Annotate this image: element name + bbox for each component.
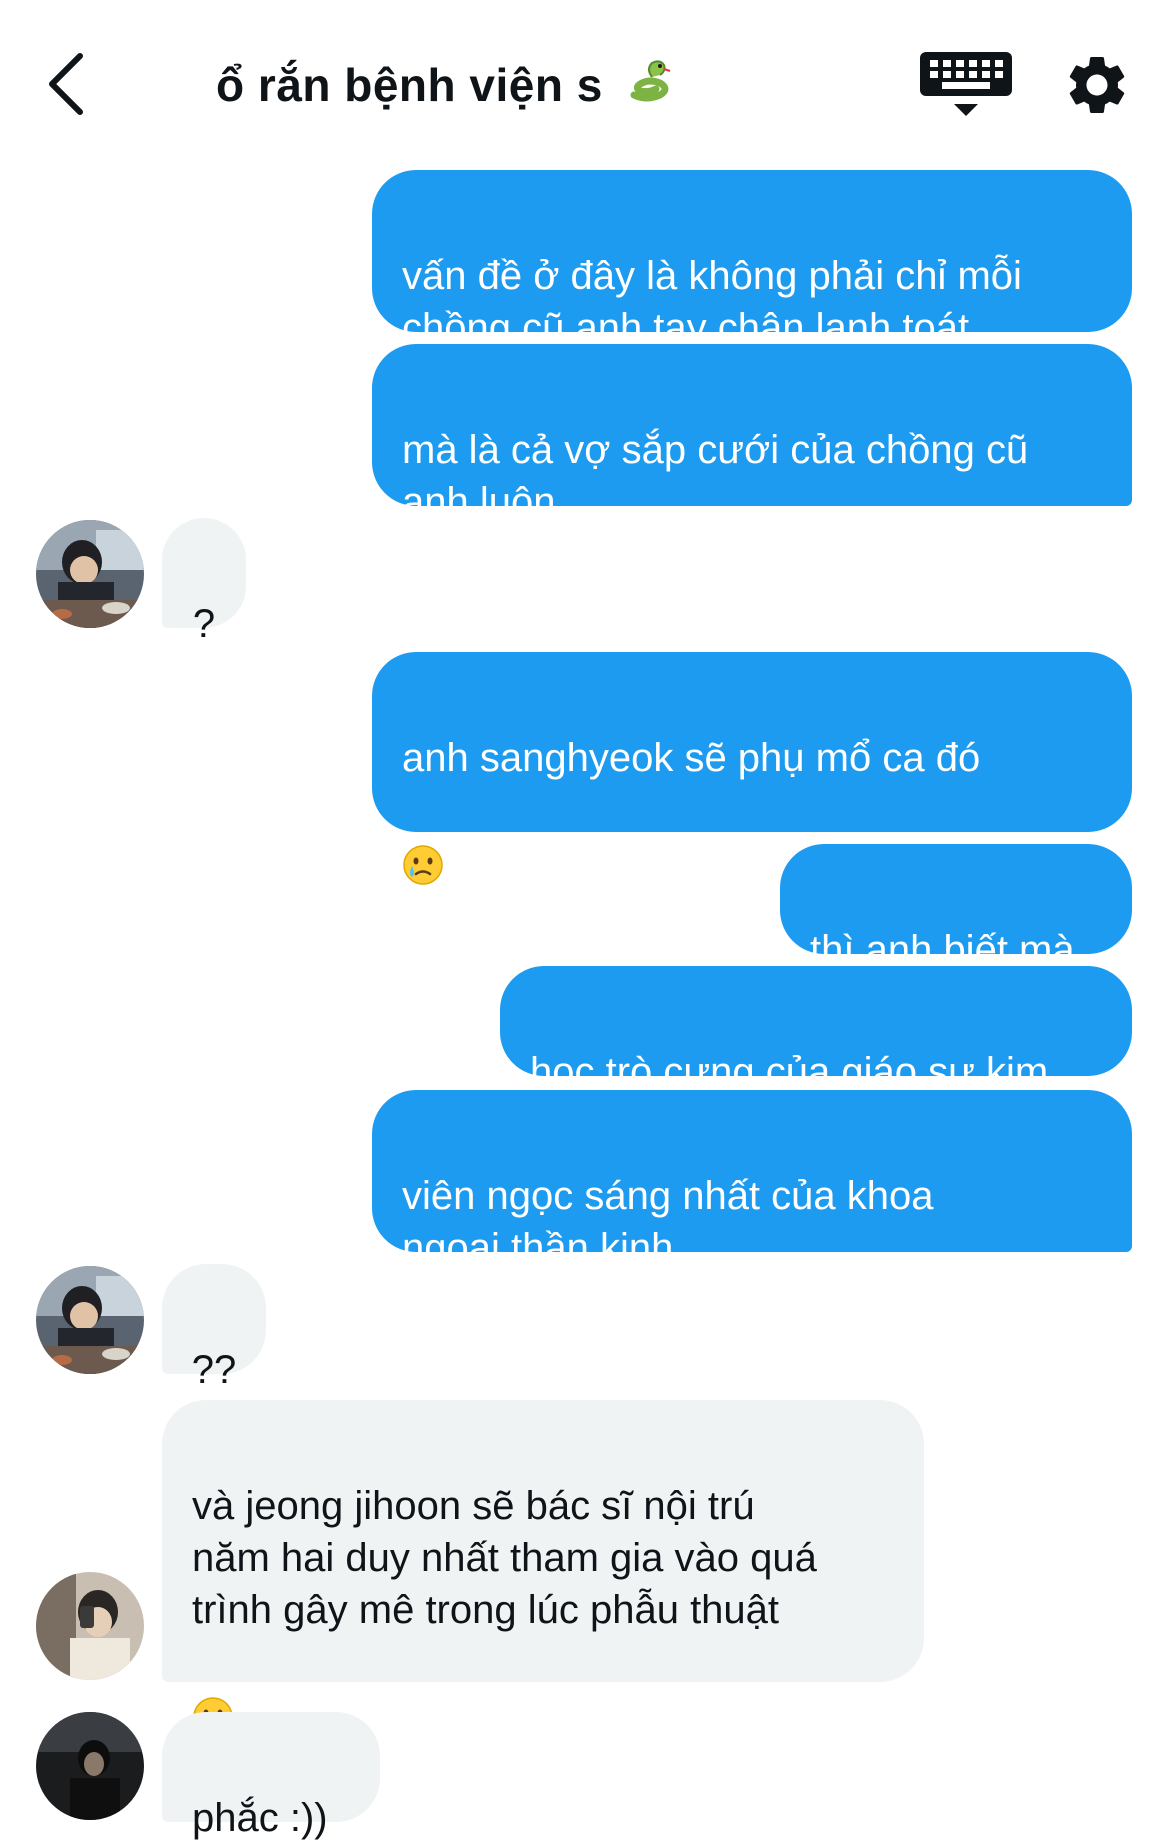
conversation-title-text: ổ rắn bệnh viện s xyxy=(216,59,603,111)
chevron-left-icon xyxy=(49,53,83,115)
message-text: viên ngọc sáng nhất của khoa ngoại thần … xyxy=(402,1174,934,1270)
gear-icon xyxy=(1069,56,1125,113)
message-text: anh sanghyeok sẽ phụ mổ ca đó xyxy=(402,736,981,780)
avatar[interactable] xyxy=(36,1572,144,1680)
keyboard-button[interactable] xyxy=(918,50,1018,122)
avatar-photo-icon xyxy=(36,1266,144,1374)
avatar[interactable] xyxy=(36,1712,144,1820)
keyboard-icon xyxy=(920,52,1012,116)
message-text: vấn đề ở đây là không phải chỉ mỗi chồng… xyxy=(402,254,1022,350)
avatar[interactable] xyxy=(36,520,144,628)
message-bubble-outgoing[interactable]: viên ngọc sáng nhất của khoa ngoại thần … xyxy=(372,1090,1132,1270)
avatar-photo-icon xyxy=(36,1712,144,1820)
message-bubble-incoming[interactable]: ?? xyxy=(162,1264,266,1392)
conversation-title: ổ rắn bệnh viện s xyxy=(216,58,674,114)
message-text: mà là cả vợ sắp cưới của chồng cũ anh lu… xyxy=(402,428,1029,524)
message-bubble-incoming[interactable]: và jeong jihoon sẽ bác sĩ nội trú năm ha… xyxy=(162,1400,924,1737)
message-text: và jeong jihoon sẽ bác sĩ nội trú năm ha… xyxy=(192,1484,817,1632)
avatar-photo-icon xyxy=(36,1572,144,1680)
message-text: ? xyxy=(192,602,216,646)
crying-face-emoji-icon xyxy=(192,1644,894,1737)
message-bubble-outgoing[interactable]: mà là cả vợ sắp cưới của chồng cũ anh lu… xyxy=(372,344,1132,524)
message-bubble-outgoing[interactable]: vấn đề ở đây là không phải chỉ mỗi chồng… xyxy=(372,170,1132,350)
avatar[interactable] xyxy=(36,1266,144,1374)
snake-emoji-icon xyxy=(626,55,674,114)
conversation-header: ổ rắn bệnh viện s xyxy=(0,0,1170,160)
settings-button[interactable] xyxy=(1062,50,1132,120)
message-text: học trò cưng của giáo sư kim xyxy=(530,1050,1049,1094)
avatar-photo-icon xyxy=(36,520,144,628)
crying-face-emoji-icon xyxy=(402,792,1102,885)
message-bubble-incoming[interactable]: ? xyxy=(162,518,246,646)
message-bubble-incoming[interactable]: phắc :)) xyxy=(162,1712,380,1840)
back-button[interactable] xyxy=(36,44,96,124)
message-text: ?? xyxy=(191,1348,237,1392)
message-bubble-outgoing[interactable]: học trò cưng của giáo sư kim xyxy=(500,966,1132,1094)
message-bubble-outgoing[interactable]: anh sanghyeok sẽ phụ mổ ca đó xyxy=(372,652,1132,885)
message-bubble-outgoing[interactable]: thì anh biết mà xyxy=(780,844,1132,972)
message-text: phắc :)) xyxy=(192,1796,328,1840)
